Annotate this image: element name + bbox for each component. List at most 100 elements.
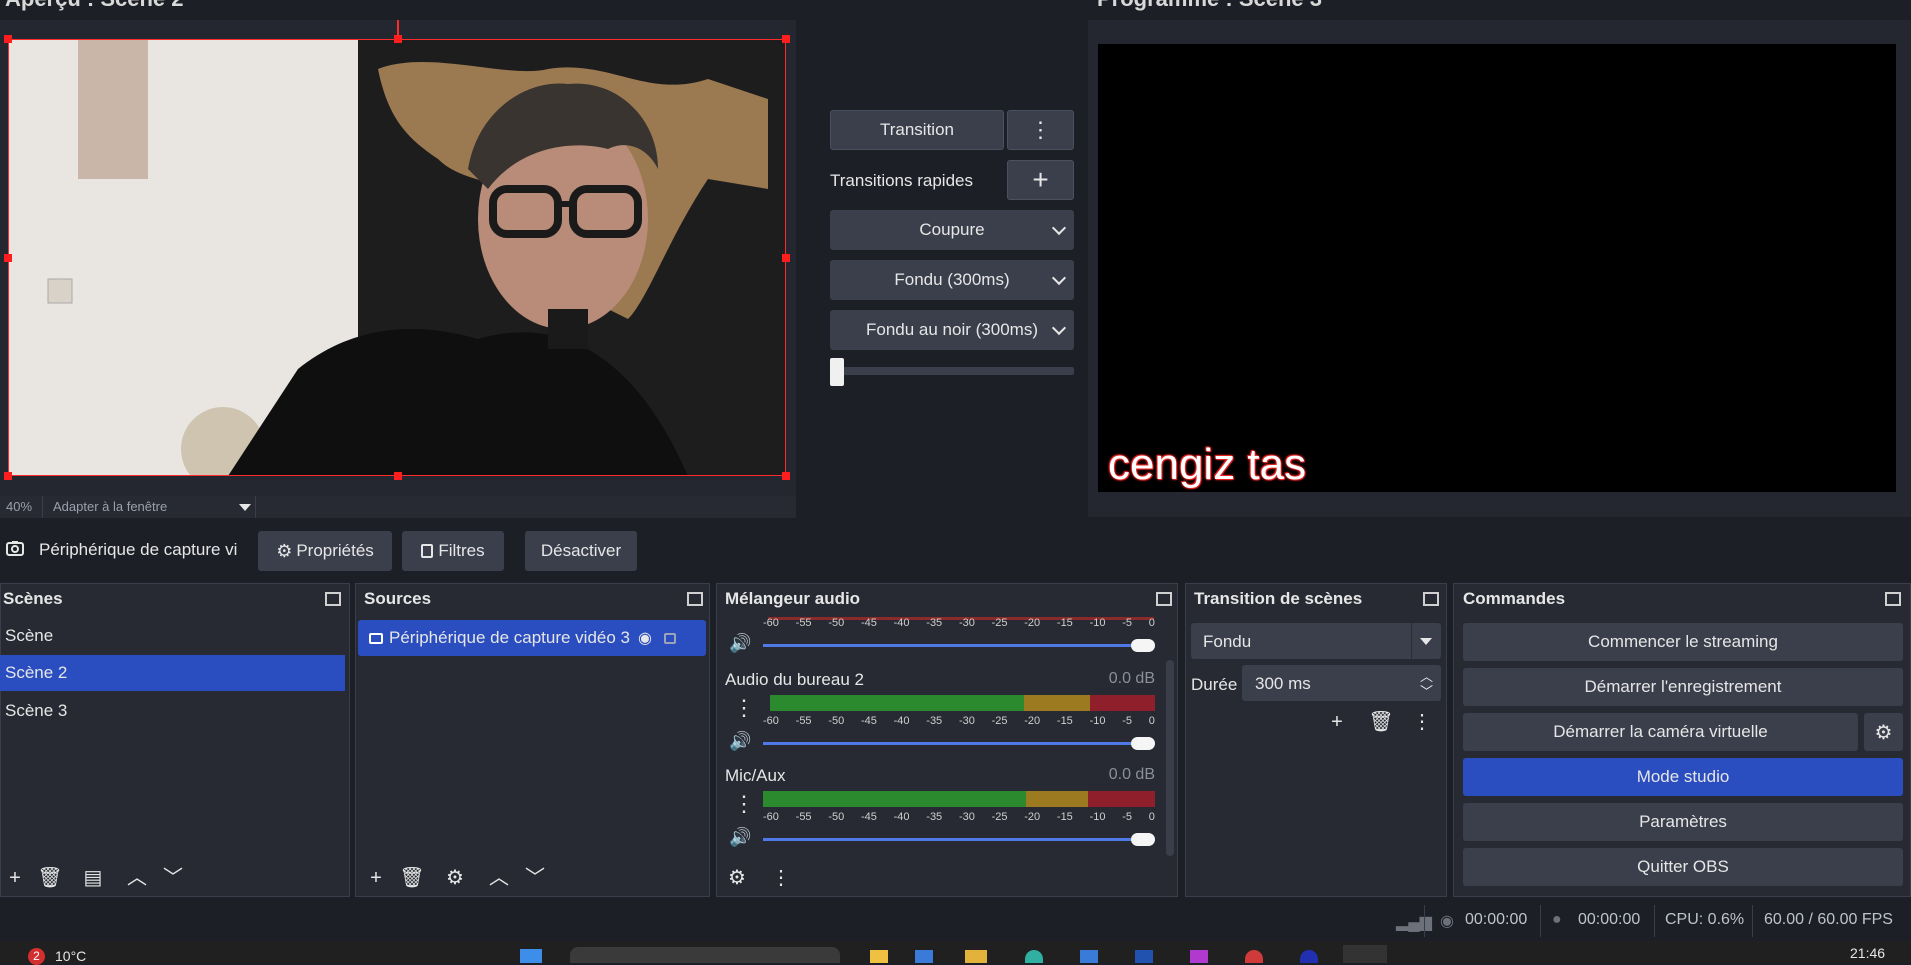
start-virtualcam-button[interactable]: Démarrer la caméra virtuelle: [1463, 713, 1858, 751]
mixer-channel: Mic/Aux 0.0 dB ⋮ -60 -55 -50 -45 -40 -35 -30 -2…: [723, 761, 1155, 851]
start-recording-button[interactable]: Démarrer l'enregistrement: [1463, 668, 1903, 706]
taskbar-app-icon[interactable]: [1080, 950, 1098, 963]
resize-handle[interactable]: [782, 472, 790, 480]
add-quick-transition-button[interactable]: +: [1007, 160, 1074, 200]
add-transition-icon[interactable]: +: [1322, 707, 1352, 737]
taskbar-app-icon[interactable]: [1190, 950, 1208, 963]
undock-icon[interactable]: [325, 592, 341, 606]
trash-icon[interactable]: 🗑: [35, 863, 65, 893]
undock-icon[interactable]: [687, 592, 703, 606]
settings-button[interactable]: Paramètres: [1463, 803, 1903, 841]
volume-slider[interactable]: [763, 644, 1155, 647]
chevron-down-icon[interactable]: ﹀: [1420, 681, 1433, 700]
source-item[interactable]: Périphérique de capture vidéo 3 ◉: [358, 620, 706, 656]
scene-filters-icon[interactable]: ▤: [78, 863, 108, 893]
tbar-slider-thumb[interactable]: [830, 358, 844, 386]
channel-name: Mic/Aux: [725, 766, 786, 785]
gear-icon: ⚙: [276, 540, 293, 561]
more-vertical-icon[interactable]: ⋮: [766, 863, 796, 893]
search-bar[interactable]: [570, 947, 840, 963]
transition-type-select[interactable]: Fondu: [1191, 623, 1441, 659]
dock-title: Commandes: [1463, 589, 1566, 608]
lock-icon[interactable]: [663, 632, 676, 644]
eye-icon[interactable]: ◉: [638, 628, 652, 648]
scene-item[interactable]: Scène 3: [0, 693, 345, 729]
deactivate-button[interactable]: Désactiver: [525, 531, 637, 571]
volume-slider[interactable]: [763, 838, 1155, 841]
undock-icon[interactable]: [1156, 592, 1172, 606]
more-vertical-icon[interactable]: ⋮: [733, 791, 755, 817]
obs-taskbar-icon[interactable]: [1343, 945, 1387, 963]
virtualcam-settings-button[interactable]: ⚙: [1864, 713, 1903, 751]
resize-handle[interactable]: [4, 35, 12, 43]
quick-transition-item[interactable]: Coupure: [830, 210, 1074, 250]
studio-mode-button[interactable]: Mode studio: [1463, 758, 1903, 796]
weather-badge: 2: [28, 948, 45, 965]
resize-handle[interactable]: [4, 472, 12, 480]
stream-time: 00:00:00: [1465, 911, 1528, 928]
properties-button[interactable]: ⚙ Propriétés: [258, 531, 392, 571]
taskbar-app-icon[interactable]: [915, 950, 933, 963]
resize-handle[interactable]: [394, 472, 402, 480]
folder-icon[interactable]: [965, 950, 987, 963]
undock-icon[interactable]: [1423, 592, 1439, 606]
undock-icon[interactable]: [1885, 592, 1901, 606]
move-up-icon[interactable]: ︿: [122, 863, 152, 893]
transition-dock-title: Transition de scènes: [1194, 583, 1424, 615]
source-selection-box[interactable]: [4, 20, 790, 480]
weather-temp[interactable]: 10°C: [55, 948, 86, 964]
move-down-icon[interactable]: ﹀: [158, 863, 188, 893]
trash-icon[interactable]: 🗑: [397, 863, 427, 893]
scale-mode-select[interactable]: Adapter à la fenêtre: [42, 496, 256, 518]
trash-icon[interactable]: 🗑: [1366, 707, 1396, 737]
start-streaming-button[interactable]: Commencer le streaming: [1463, 623, 1903, 661]
gear-icon: ⚙: [1874, 721, 1893, 744]
duration-spinbox[interactable]: 300 ms ︿ ﹀: [1242, 665, 1441, 701]
filters-label: Filtres: [438, 541, 485, 560]
os-taskbar: 2 10°C 21:46: [0, 941, 1911, 965]
taskbar-app-icon[interactable]: [1300, 950, 1318, 963]
mixer-scrollbar[interactable]: [1166, 660, 1174, 856]
volume-thumb[interactable]: [1131, 737, 1155, 750]
commands-dock-title: Commandes: [1463, 583, 1863, 615]
quick-transition-item[interactable]: Fondu (300ms): [830, 260, 1074, 300]
resize-handle[interactable]: [4, 254, 12, 262]
status-bar: ▂▄▆ ◉ 00:00:00 ● 00:00:00 CPU: 0.6% 60.0…: [0, 901, 1911, 941]
scene-item-selected[interactable]: Scène 2: [0, 655, 345, 691]
transition-button[interactable]: Transition: [830, 110, 1004, 150]
filters-button[interactable]: Filtres: [402, 531, 504, 571]
scene-item[interactable]: Scène: [0, 618, 345, 654]
volume-thumb[interactable]: [1131, 833, 1155, 846]
resize-handle[interactable]: [782, 35, 790, 43]
quick-transition-item[interactable]: Fondu au noir (300ms): [830, 310, 1074, 350]
taskbar-app-icon[interactable]: [1025, 950, 1043, 963]
add-source-icon[interactable]: +: [361, 863, 391, 893]
record-time: 00:00:00: [1578, 911, 1641, 928]
quit-button[interactable]: Quitter OBS: [1463, 848, 1903, 886]
advanced-audio-icon[interactable]: ⚙: [722, 863, 752, 893]
windows-start-icon[interactable]: [520, 949, 542, 963]
taskbar-app-icon[interactable]: [1135, 950, 1153, 963]
taskbar-app-icon[interactable]: [870, 950, 888, 963]
speaker-icon[interactable]: 🔊: [729, 731, 751, 752]
gear-icon[interactable]: ⚙: [440, 863, 470, 893]
resize-handle[interactable]: [394, 35, 402, 43]
more-vertical-icon[interactable]: ⋮: [1407, 707, 1437, 737]
speaker-icon[interactable]: 🔊: [729, 633, 751, 654]
move-down-icon[interactable]: ﹀: [520, 863, 550, 893]
tbar-slider[interactable]: [830, 367, 1074, 375]
stream-icon: ◉: [1440, 913, 1454, 930]
move-up-icon[interactable]: ︿: [484, 863, 514, 893]
speaker-icon[interactable]: 🔊: [729, 827, 751, 848]
volume-thumb[interactable]: [1131, 639, 1155, 652]
dock-title: Scènes: [3, 589, 63, 608]
more-vertical-icon[interactable]: ⋮: [733, 695, 755, 721]
add-scene-icon[interactable]: +: [0, 863, 30, 893]
mixer-channel-partial: -60 -55 -50 -45 -40 -35 -30 -25 -20 -15 -10 -5 0 🔊: [723, 617, 1155, 659]
resize-handle[interactable]: [782, 254, 790, 262]
transition-menu-button[interactable]: ⋮: [1007, 110, 1074, 150]
program-video: [1098, 44, 1896, 492]
rotation-handle[interactable]: [397, 20, 399, 36]
volume-slider[interactable]: [763, 742, 1155, 745]
taskbar-app-icon[interactable]: [1245, 950, 1263, 963]
